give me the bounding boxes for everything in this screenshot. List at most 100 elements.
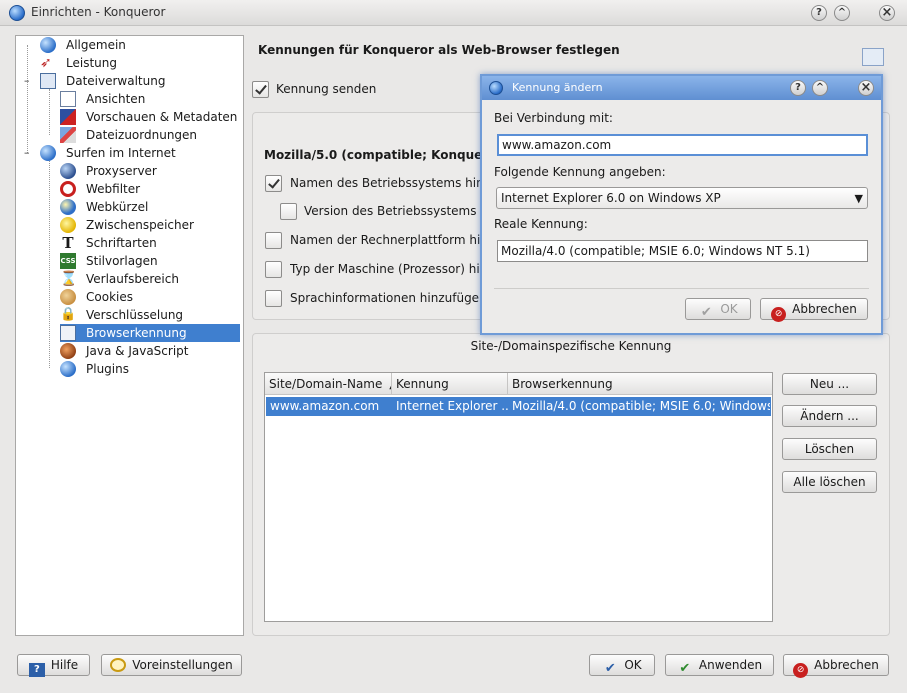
- dialog-titlebar[interactable]: Kennung ändern ? ^ ×: [482, 76, 881, 100]
- sidebar-item-label: Webfilter: [86, 182, 141, 196]
- sidebar-item-label: Webkürzel: [86, 200, 149, 214]
- sidebar-item-schriftarten[interactable]: T Schriftarten: [60, 234, 240, 252]
- cancel-button[interactable]: ⊘ Abbrechen: [783, 654, 889, 678]
- column-header-site[interactable]: Site/Domain-Name ▲: [265, 373, 392, 395]
- dialog-cancel-button[interactable]: ⊘ Abbrechen: [760, 298, 868, 322]
- lock-icon: 🔒: [60, 307, 77, 322]
- settings-tree[interactable]: – – Allgemein ➶ Leistung Dateiverwaltung…: [15, 35, 244, 636]
- sidebar-item-label: Ansichten: [86, 92, 146, 106]
- delete-all-button[interactable]: Alle löschen: [782, 471, 877, 493]
- delete-button[interactable]: Löschen: [782, 438, 877, 460]
- sidebar-item-plugins[interactable]: Plugins: [60, 360, 240, 378]
- sidebar-item-surfen[interactable]: Surfen im Internet: [40, 144, 240, 162]
- cookie-icon: [60, 289, 76, 305]
- change-button[interactable]: Ändern ...: [782, 405, 877, 427]
- filter-icon: [60, 181, 76, 197]
- sidebar-item-ansichten[interactable]: Ansichten: [60, 90, 240, 108]
- sidebar-item-verlaufsbereich[interactable]: ⌛ Verlaufsbereich: [60, 270, 240, 288]
- sidebar-item-browserkennung[interactable]: Browserkennung: [60, 324, 240, 342]
- column-header-browserkennung[interactable]: Browserkennung: [508, 373, 772, 395]
- sidebar-item-label: Schriftarten: [86, 236, 157, 250]
- sidebar-item-label: Surfen im Internet: [66, 146, 176, 160]
- ok-button[interactable]: ✔ OK: [589, 654, 655, 676]
- column-header-kennung[interactable]: Kennung: [392, 373, 508, 395]
- os-name-checkbox[interactable]: [265, 175, 282, 192]
- sidebar-item-label: Browserkennung: [83, 324, 190, 342]
- id-select[interactable]: Internet Explorer 6.0 on Windows XP ▼: [496, 187, 868, 209]
- send-id-label: Kennung senden: [276, 82, 377, 96]
- tree-guide-line: [27, 45, 28, 153]
- sidebar-item-cookies[interactable]: Cookies: [60, 288, 240, 306]
- collapse-dateiverwaltung-icon[interactable]: –: [24, 75, 33, 86]
- sidebar-item-label: Dateizuordnungen: [86, 128, 198, 142]
- checkmark-icon: ✔: [700, 305, 712, 320]
- real-id-label: Reale Kennung:: [494, 217, 588, 231]
- sidebar-item-label: Cookies: [86, 290, 133, 304]
- sidebar-item-vorschauen[interactable]: Vorschauen & Metadaten: [60, 108, 240, 126]
- connection-label: Bei Verbindung mit:: [494, 111, 613, 125]
- sidebar-item-label: Zwischenspeicher: [86, 218, 194, 232]
- help-button[interactable]: ? Hilfe: [17, 654, 90, 677]
- sidebar-item-label: Verlaufsbereich: [86, 272, 179, 286]
- os-version-label: Version des Betriebssystems hin: [304, 204, 480, 218]
- sidebar-item-proxyserver[interactable]: Proxyserver: [60, 162, 240, 180]
- sidebar-item-leistung[interactable]: ➶ Leistung: [40, 54, 240, 72]
- globe-icon: [40, 145, 56, 161]
- cancel-icon: ⊘: [793, 663, 809, 678]
- edit-id-dialog[interactable]: Kennung ändern ? ^ × Bei Verbindung mit:…: [480, 74, 883, 335]
- sidebar-item-dateiverwaltung[interactable]: Dateiverwaltung: [40, 72, 240, 90]
- table-cell: Mozilla/4.0 (compatible; MSIE 6.0; Windo…: [512, 399, 770, 413]
- dialog-ok-button[interactable]: ✔ OK: [685, 298, 751, 320]
- sidebar-item-webkuerzel[interactable]: Webkürzel: [60, 198, 240, 216]
- window-titlebar[interactable]: Einrichten - Konqueror ? ^ ×: [0, 0, 907, 26]
- help-button[interactable]: ?: [811, 5, 827, 21]
- minimize-button[interactable]: ^: [834, 5, 850, 21]
- browser-id-icon: [60, 325, 76, 341]
- close-button[interactable]: ×: [879, 5, 895, 21]
- collapse-surfen-icon[interactable]: –: [24, 147, 33, 158]
- page-title: Kennungen für Konqueror als Web-Browser …: [258, 43, 620, 57]
- sidebar-item-dateizuordnungen[interactable]: Dateizuordnungen: [60, 126, 240, 144]
- table-cell: www.amazon.com: [270, 399, 380, 413]
- os-name-label: Namen des Betriebssystems hinzu: [290, 176, 480, 190]
- language-info-checkbox[interactable]: [265, 290, 282, 307]
- plugin-icon: [60, 361, 76, 377]
- user-agent-string: Mozilla/5.0 (compatible; Konqueror/4.1: [264, 148, 486, 162]
- sidebar-item-allgemein[interactable]: Allgemein: [40, 36, 240, 54]
- site-specific-title: Site-/Domainspezifische Kennung: [470, 339, 672, 353]
- sidebar-item-label: Leistung: [66, 56, 117, 70]
- real-id-field: Mozilla/4.0 (compatible; MSIE 6.0; Windo…: [497, 240, 868, 262]
- java-icon: [60, 343, 76, 359]
- table-row[interactable]: www.amazon.com Internet Explorer ... Moz…: [266, 397, 771, 416]
- tree-guide-line: [49, 161, 50, 368]
- rocket-icon: ➶: [40, 55, 52, 71]
- connection-input[interactable]: www.amazon.com: [497, 134, 868, 156]
- platform-name-checkbox[interactable]: [265, 232, 282, 249]
- cancel-icon: ⊘: [771, 307, 787, 322]
- id-label: Folgende Kennung angeben:: [494, 165, 666, 179]
- proxy-icon: [60, 163, 76, 179]
- chevron-down-icon: ▼: [854, 192, 863, 205]
- send-id-checkbox[interactable]: [252, 81, 269, 98]
- font-icon: T: [62, 234, 74, 252]
- sidebar-item-label: Java & JavaScript: [86, 344, 189, 358]
- cache-icon: [60, 217, 76, 233]
- dialog-close-button[interactable]: ×: [858, 80, 874, 96]
- defaults-button[interactable]: Voreinstellungen: [101, 654, 242, 676]
- new-button[interactable]: Neu ...: [782, 373, 877, 395]
- sidebar-item-java[interactable]: Java & JavaScript: [60, 342, 240, 360]
- os-version-checkbox[interactable]: [280, 203, 297, 220]
- apply-button[interactable]: ✔ Anwenden: [665, 654, 774, 676]
- dialog-minimize-button[interactable]: ^: [812, 80, 828, 96]
- dialog-help-button[interactable]: ?: [790, 80, 806, 96]
- site-id-table[interactable]: Site/Domain-Name ▲ Kennung Browserkennun…: [264, 372, 773, 622]
- sidebar-item-verschluesselung[interactable]: 🔒 Verschlüsselung: [60, 306, 240, 324]
- help-icon: ?: [28, 663, 45, 677]
- machine-type-checkbox[interactable]: [265, 261, 282, 278]
- sidebar-item-webfilter[interactable]: Webfilter: [60, 180, 240, 198]
- dialog-title: Kennung ändern: [512, 81, 603, 94]
- platform-name-label: Namen der Rechnerplattform hinzu: [290, 233, 480, 247]
- sidebar-item-zwischenspeicher[interactable]: Zwischenspeicher: [60, 216, 240, 234]
- history-icon: ⌛: [60, 271, 78, 287]
- sidebar-item-stilvorlagen[interactable]: CSS Stilvorlagen: [60, 252, 240, 270]
